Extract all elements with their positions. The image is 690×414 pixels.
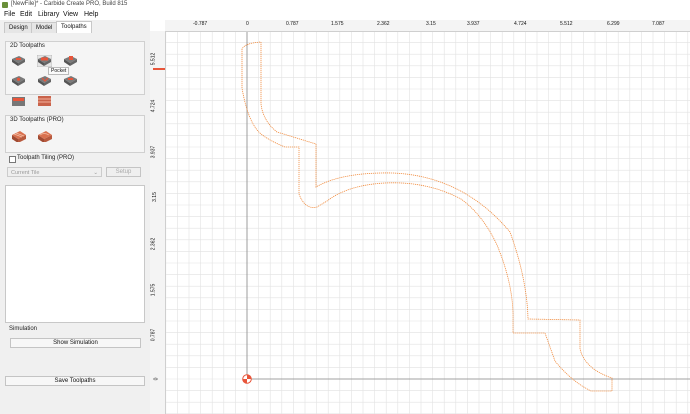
texture-toolpath-icon[interactable]: [63, 75, 78, 87]
simulation-label: Simulation: [9, 326, 38, 332]
y-tick-label: 3.15: [151, 192, 158, 202]
setup-button[interactable]: Setup: [106, 167, 141, 177]
drill-toolpath-icon[interactable]: [63, 55, 78, 67]
vertical-ruler: 5.512 4.724 3.937 3.15 2.362 1.575 0.787…: [150, 31, 166, 414]
cursor-marker: [153, 68, 165, 70]
canvas-grid[interactable]: [165, 31, 690, 414]
tab-toolpaths[interactable]: Toolpaths: [56, 21, 92, 33]
toolpaths-2d-label: 2D Toolpaths: [10, 43, 45, 49]
save-toolpaths-button[interactable]: Save Toolpaths: [5, 376, 145, 386]
tab-model[interactable]: Model: [31, 22, 58, 33]
y-tick-label: 4.724: [150, 99, 157, 113]
y-tick-label: 0.787: [150, 328, 157, 342]
vcarve-toolpath-icon[interactable]: [37, 75, 52, 87]
x-tick-label: 2.362: [377, 21, 390, 27]
current-tile-value: Current Tile: [11, 170, 40, 176]
menu-help[interactable]: Help: [84, 11, 98, 18]
toolpaths-3d-label: 3D Toolpaths (PRO): [10, 117, 64, 123]
app-icon: [2, 2, 8, 8]
y-tick-label: 0: [153, 377, 160, 381]
drill-holes-icon[interactable]: [11, 75, 26, 87]
advanced-vcarve-icon[interactable]: [11, 95, 26, 107]
x-tick-label: 6.299: [607, 21, 620, 27]
rough-toolpath-icon[interactable]: [37, 95, 52, 107]
menu-bar: File Edit Library View Help: [0, 10, 690, 20]
y-tick-label: 5.512: [150, 52, 157, 66]
contour-toolpath-icon[interactable]: [11, 55, 26, 67]
3d-rough-icon[interactable]: [11, 130, 26, 142]
menu-view[interactable]: View: [63, 11, 78, 18]
left-panel: Design Model Toolpaths 2D Toolpaths Pock…: [0, 20, 150, 414]
x-tick-label: 4.724: [514, 21, 527, 27]
menu-file[interactable]: File: [4, 11, 15, 18]
tab-design[interactable]: Design: [4, 22, 33, 33]
tiling-label: Toolpath Tiling (PRO): [17, 155, 75, 161]
pocket-tooltip: Pocket: [48, 67, 70, 75]
y-tick-label: 2.362: [150, 237, 157, 251]
x-tick-label: 0.787: [286, 21, 299, 27]
x-tick-label: 7.087: [652, 21, 665, 27]
current-tile-select[interactable]: Current Tile ⌄: [7, 167, 102, 177]
x-tick-label: 3.15: [426, 21, 436, 27]
show-simulation-button[interactable]: Show Simulation: [10, 338, 141, 348]
x-tick-label: 5.512: [560, 21, 573, 27]
toolpaths-3d-group: 3D Toolpaths (PRO): [5, 115, 145, 153]
menu-edit[interactable]: Edit: [20, 11, 32, 18]
menu-library[interactable]: Library: [38, 11, 59, 18]
x-tick-label: -0.787: [193, 21, 208, 27]
horizontal-ruler: -0.787 0 0.787 1.575 2.362 3.15 3.937 4.…: [165, 20, 690, 32]
chevron-down-icon: ⌄: [93, 170, 98, 176]
x-tick-label: 1.575: [331, 21, 344, 27]
3d-finish-icon[interactable]: [37, 130, 52, 142]
x-tick-label: 3.937: [467, 21, 480, 27]
tiling-checkbox[interactable]: [9, 156, 16, 163]
y-tick-label: 1.575: [150, 283, 157, 297]
window-title: [NewFile]* - Carbide Create PRO, Build 8…: [11, 1, 128, 7]
y-tick-label: 3.937: [150, 145, 157, 159]
title-bar: [NewFile]* - Carbide Create PRO, Build 8…: [0, 0, 690, 10]
toolpath-list[interactable]: [5, 185, 145, 323]
x-tick-label: 0: [246, 21, 249, 27]
pocket-toolpath-icon[interactable]: [37, 55, 52, 67]
